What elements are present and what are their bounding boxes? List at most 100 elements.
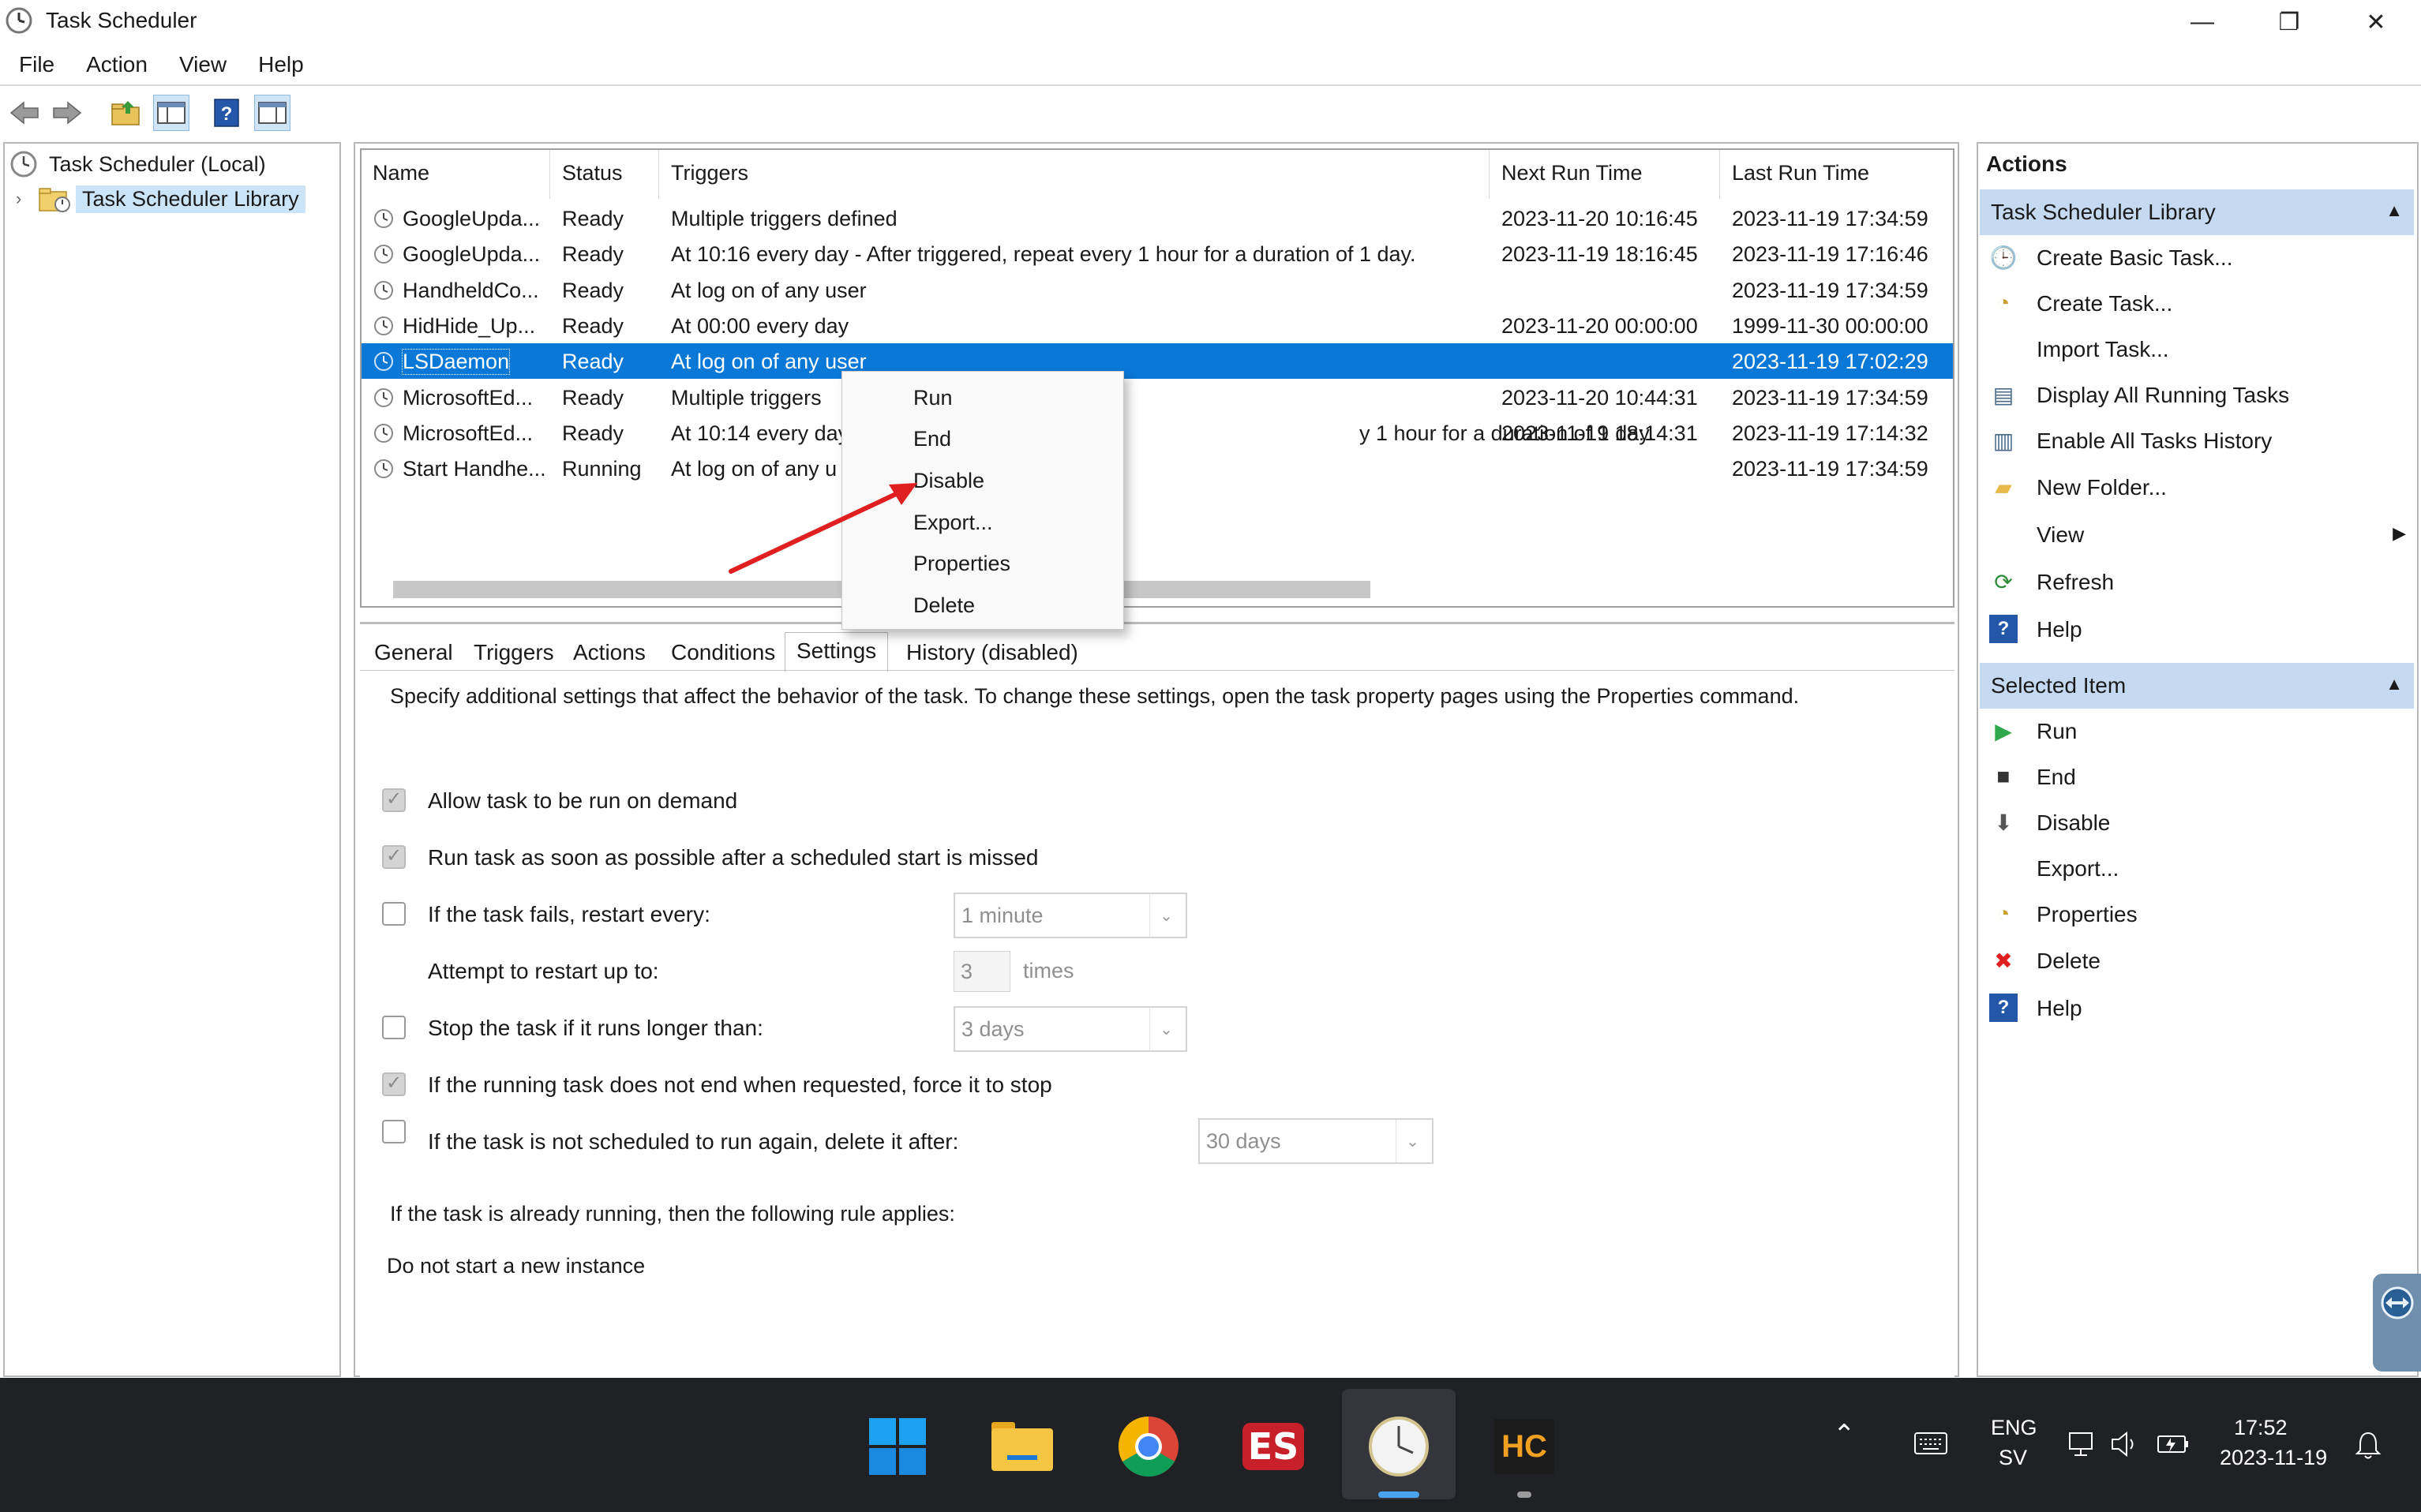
section-header-label: Task Scheduler Library [1991,200,2216,224]
show-hidden-icons-chevron-icon[interactable]: ⌃ [1833,1419,1856,1450]
show-hide-action-pane-button[interactable] [254,95,290,131]
table-row[interactable]: Start Handhe... Running At log on of any u… [362,451,1953,486]
tree-item-task-scheduler-library[interactable]: › Task Scheduler Library [16,182,305,216]
show-hide-console-tree-button[interactable] [153,95,189,131]
table-row[interactable]: GoogleUpda... Ready Multiple triggers defi… [362,200,1953,236]
section-header-task-scheduler-library[interactable]: Task Scheduler Library ▲ [1980,189,2414,235]
action-item[interactable]: ◔ Create Task... [1981,281,2414,325]
column-header-next-run-time[interactable]: Next Run Time [1501,161,1643,185]
column-separator[interactable] [549,150,550,199]
action-item[interactable]: ▤ Display All Running Tasks [1981,372,2414,417]
tab-conditions[interactable]: Conditions [671,640,775,665]
notification-bell-icon[interactable] [2354,1430,2382,1461]
selected-item-action[interactable]: ◔ Properties [1981,892,2414,936]
chevron-right-icon[interactable]: › [16,189,38,209]
chrome-app[interactable] [1113,1411,1184,1482]
keyboard-layout[interactable]: SV [1999,1446,2027,1470]
file-explorer-app[interactable] [987,1411,1058,1482]
tab-triggers[interactable]: Triggers [474,640,554,665]
network-icon[interactable] [2067,1428,2098,1460]
context-menu-end[interactable]: End [913,427,951,451]
start-button[interactable] [862,1411,933,1482]
keyboard-icon[interactable] [1913,1432,1948,1455]
context-menu-delete[interactable]: Delete [913,593,975,618]
close-button[interactable]: ✕ [2333,0,2419,44]
clock-date[interactable]: 2023-11-19 [2220,1446,2327,1470]
task-status: Ready [562,242,624,267]
clock-time[interactable]: 17:52 [2234,1416,2288,1440]
delete-after-dropdown[interactable]: 30 days ⌄ [1198,1118,1433,1164]
menu-view[interactable]: View [163,52,242,77]
run-asap-checkbox[interactable] [382,844,406,869]
collapse-up-icon[interactable]: ▲ [2385,200,2403,221]
action-item[interactable]: Import Task... [1981,327,2414,371]
volume-icon[interactable] [2109,1430,2141,1458]
section-header-selected-item[interactable]: Selected Item ▲ [1980,663,2414,709]
selected-item-action[interactable]: ⬇ Disable [1981,800,2414,844]
menu-help[interactable]: Help [242,52,320,77]
table-row[interactable]: LSDaemon Ready At log on of any user 2023-1… [362,343,1953,380]
allow-on-demand-checkbox[interactable] [382,788,406,812]
action-item[interactable]: ⟳ Refresh [1981,560,2414,604]
column-header-last-run-time[interactable]: Last Run Time [1732,161,1869,185]
selected-item-action[interactable]: ■ End [1981,754,2414,799]
column-header-status[interactable]: Status [562,161,623,185]
column-header-name[interactable]: Name [373,161,429,185]
stop-duration-dropdown[interactable]: 3 days ⌄ [954,1006,1187,1052]
minimize-button[interactable]: — [2159,0,2246,44]
action-item[interactable]: View ▶ [1981,512,2414,556]
task-list[interactable]: Name Status Triggers Next Run Time Last … [360,148,1954,608]
attempt-count-input[interactable]: 3 [954,951,1010,992]
table-row[interactable]: GoogleUpda... Ready At 10:16 every day - A… [362,236,1953,271]
restore-button[interactable]: ❐ [2246,0,2333,44]
restart-every-checkbox[interactable] [382,902,406,926]
battery-icon[interactable] [2155,1428,2191,1460]
teamviewer-side-tab[interactable] [2373,1274,2421,1372]
tab-general[interactable]: General [374,640,453,665]
tab-settings[interactable]: Settings [785,632,889,672]
forward-button[interactable] [49,95,85,131]
action-item[interactable]: 🕒 Create Basic Task... [1981,235,2414,279]
column-separator[interactable] [1719,150,1720,199]
column-separator[interactable] [658,150,659,199]
tree-item-task-scheduler-local[interactable]: Task Scheduler (Local) [9,147,266,182]
task-scheduler-app[interactable] [1363,1411,1434,1482]
table-row[interactable]: HidHide_Up... Ready At 00:00 every day 2023… [362,308,1953,343]
selected-item-action[interactable]: Export... [1981,846,2414,890]
selected-item-action[interactable]: ✖ Delete [1981,938,2414,982]
column-header-triggers[interactable]: Triggers [671,161,748,185]
selected-item-action[interactable]: ? Help [1981,986,2414,1030]
menu-file[interactable]: File [3,52,70,77]
back-button[interactable] [6,95,43,131]
action-item-label: Run [2037,719,2078,743]
delete-after-checkbox[interactable] [382,1120,406,1143]
folder-up-icon [111,101,140,125]
up-folder-button[interactable] [107,95,144,131]
back-arrow-icon [9,101,39,125]
table-row[interactable]: MicrosoftEd... Ready At 10:14 every day y 1… [362,415,1953,451]
running-rule-value[interactable]: Do not start a new instance [387,1254,645,1278]
force-stop-checkbox[interactable] [382,1072,406,1096]
menu-action[interactable]: Action [70,52,163,77]
table-row[interactable]: HandheldCo... Ready At log on of any user 2… [362,272,1953,308]
input-language[interactable]: ENG [1991,1416,2037,1440]
task-next-run: 2023-11-19 18:16:45 [1501,242,1698,267]
tab-history[interactable]: History (disabled) [906,640,1078,665]
action-item[interactable]: ? Help [1981,607,2414,651]
help-button[interactable]: ? [208,95,245,131]
restart-every-label: If the task fails, restart every: [428,902,710,926]
tab-actions[interactable]: Actions [573,640,646,665]
selected-item-action[interactable]: ▶ Run [1981,709,2414,753]
restart-interval-dropdown[interactable]: 1 minute ⌄ [954,893,1187,938]
context-menu-run[interactable]: Run [913,386,953,410]
table-row[interactable]: MicrosoftEd... Ready Multiple triggers 2023… [362,380,1953,415]
handheld-companion-app[interactable]: HC [1489,1411,1560,1482]
task-last-run: 2023-11-19 17:14:32 [1732,421,1928,445]
stop-longer-checkbox[interactable] [382,1016,406,1039]
es-explorer-app[interactable]: ES [1238,1411,1309,1482]
task-name: GoogleUpda... [403,207,541,230]
action-item[interactable]: ▥ Enable All Tasks History [1981,418,2414,462]
action-item[interactable]: ▰ New Folder... [1981,465,2414,509]
column-separator[interactable] [1489,150,1490,199]
collapse-up-icon[interactable]: ▲ [2385,674,2403,694]
